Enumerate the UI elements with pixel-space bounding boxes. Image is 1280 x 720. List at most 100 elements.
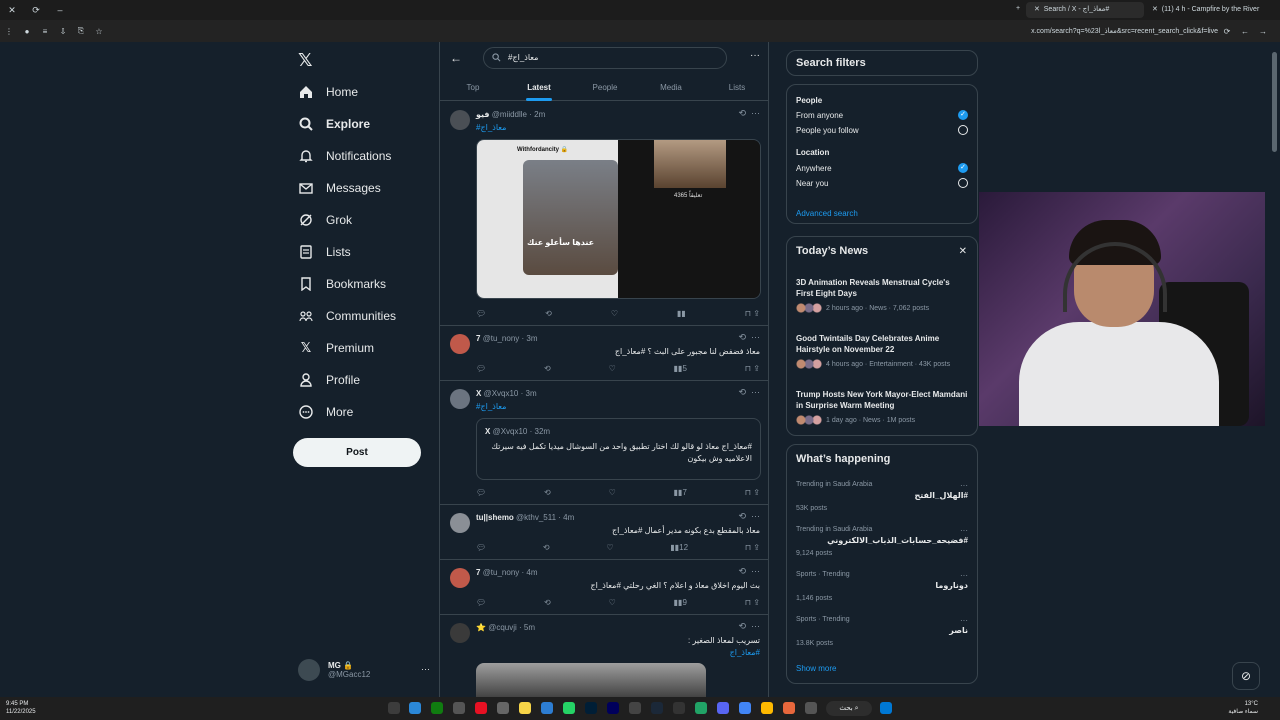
news-item[interactable]: Good Twintails Day Celebrates Anime Hair… xyxy=(796,333,968,369)
avatar[interactable] xyxy=(450,389,470,409)
radio-unchecked-icon[interactable] xyxy=(958,125,968,135)
tweet-media[interactable]: Withfordancity 🔒 عندها سأعلو عنك 4365 تع… xyxy=(476,139,761,299)
quoted-tweet[interactable]: X @Xvqx10 · 32m #معاذ_اج معاذ لو قالو لك… xyxy=(476,418,761,480)
whatsapp-icon[interactable] xyxy=(563,702,575,714)
more-dots-icon[interactable]: ··· xyxy=(960,526,968,535)
tweet-media[interactable] xyxy=(476,663,706,697)
grok-fab-button[interactable]: ⊘ xyxy=(1232,662,1260,690)
tweet[interactable]: ⭐ @cquvji · 5m ⟲ ··· تسريب لمعاذ الصغير … xyxy=(440,615,768,697)
scrollbar[interactable] xyxy=(1272,52,1277,152)
sidebar-item-profile[interactable]: Profile xyxy=(298,366,360,394)
steam-icon[interactable] xyxy=(651,702,663,714)
minimize-icon[interactable]: – xyxy=(48,5,72,15)
retweet-icon[interactable]: ⟲ xyxy=(543,541,550,553)
avatar[interactable] xyxy=(450,110,470,130)
trend-item[interactable]: Trending in Saudi Arabia #الهلال_الفتح 5… xyxy=(796,481,968,512)
radio-checked-icon[interactable]: ✓ xyxy=(958,110,968,120)
tab-latest[interactable]: Latest xyxy=(506,75,572,101)
url-text[interactable]: x.com/search?q=%23معاذ_ا&src=recent_sear… xyxy=(1031,27,1218,35)
retweet-icon[interactable]: ⟲ xyxy=(544,362,551,374)
tab-campfire[interactable]: ✕ (11) 4 h - Campfire by the River xyxy=(1144,2,1260,18)
tweet-author-name[interactable]: tu||shemo xyxy=(476,513,514,522)
views-count[interactable]: ▮▮ 9 xyxy=(674,596,687,608)
news-item[interactable]: Trump Hosts New York Mayor-Elect Mamdani… xyxy=(796,389,968,425)
tweet[interactable]: 7 @tu_nony · 3m ⟲ ··· معاذ فضفض لنا مجبو… xyxy=(440,326,768,381)
windows-start-icon[interactable] xyxy=(880,702,892,714)
like-icon[interactable]: ♡ xyxy=(606,541,613,553)
taskbar-app-icon[interactable] xyxy=(409,702,421,714)
radio-checked-icon[interactable]: ✓ xyxy=(958,163,968,173)
bookmark-share-icons[interactable]: ⊓ ⇪ xyxy=(745,596,760,608)
file-explorer-icon[interactable] xyxy=(761,702,773,714)
menu-icon[interactable]: ⋮ xyxy=(0,27,18,36)
taskbar-app-icon[interactable] xyxy=(673,702,685,714)
views-count[interactable]: ▮▮ 12 xyxy=(670,541,688,553)
tab-media[interactable]: Media xyxy=(638,75,704,100)
reply-icon[interactable]: 💬︎ xyxy=(476,362,486,374)
bookmark-share-icons[interactable]: ⊓ ⇪ xyxy=(745,486,760,498)
tweet-menu[interactable]: ⟲ ··· xyxy=(738,566,760,577)
forward-icon[interactable]: → xyxy=(1254,27,1272,36)
tweet[interactable]: فيو @miiddlle · 2m ⟲ ··· #معاذ_اج Withfo… xyxy=(440,102,768,326)
views-count[interactable]: ▮▮ 5 xyxy=(674,362,687,374)
x-logo-icon[interactable]: 𝕏 xyxy=(298,50,313,71)
account-switcher[interactable]: MG 🔒 @MGacc12 ··· xyxy=(298,654,438,686)
trend-item[interactable]: Sports · Trending دوناروما 1,146 posts ·… xyxy=(796,571,968,602)
tab-people[interactable]: People xyxy=(572,75,638,100)
taskbar-app-icon[interactable] xyxy=(497,702,509,714)
retweet-icon[interactable]: ⟲ xyxy=(544,596,551,608)
refresh-icon[interactable]: ⟳ xyxy=(1218,27,1236,36)
trend-item[interactable]: Trending in Saudi Arabia #فضيحه_حسابات_ا… xyxy=(796,526,968,557)
views-icon[interactable]: ▮▮ xyxy=(677,307,686,319)
filter-people-you-follow[interactable]: People you follow xyxy=(796,125,968,135)
reply-icon[interactable]: 💬︎ xyxy=(476,541,486,553)
sidebar-item-lists[interactable]: Lists xyxy=(298,238,351,266)
clock[interactable]: 9:45 PM 11/22/2025 xyxy=(6,700,36,716)
extensions-icon[interactable]: ≡ xyxy=(36,27,54,36)
reply-icon[interactable]: 💬︎ xyxy=(476,486,486,498)
tweet-menu[interactable]: ⟲ ··· xyxy=(738,387,760,398)
hashtag-link[interactable]: #معاذ_اج xyxy=(476,123,506,132)
taskbar-app-icon[interactable] xyxy=(695,702,707,714)
chrome-icon[interactable] xyxy=(739,702,751,714)
more-dots-icon[interactable]: ··· xyxy=(960,571,968,580)
profile-icon[interactable]: ● xyxy=(18,27,36,36)
tweet-author-name[interactable]: X xyxy=(476,389,481,398)
discord-icon[interactable] xyxy=(717,702,729,714)
avatar[interactable] xyxy=(450,623,470,643)
close-window-icon[interactable]: ✕ xyxy=(0,5,24,16)
show-more-link[interactable]: Show more xyxy=(796,664,836,673)
filter-anywhere[interactable]: Anywhere ✓ xyxy=(796,163,968,173)
reply-icon[interactable]: 💬︎ xyxy=(476,596,486,608)
bookmark-share-icons[interactable]: ⊓ ⇪ xyxy=(745,362,760,374)
bookmark-share-icons[interactable]: ⊓ ⇪ xyxy=(745,307,760,319)
taskbar-app-icon[interactable] xyxy=(783,702,795,714)
like-icon[interactable]: ♡ xyxy=(611,307,618,319)
back-icon[interactable]: ← xyxy=(1236,27,1254,36)
share-icon[interactable]: ⎘ xyxy=(72,26,90,36)
filter-from-anyone[interactable]: From anyone ✓ xyxy=(796,110,968,120)
tweet-menu[interactable]: ⟲ ··· xyxy=(738,621,760,632)
sidebar-item-bookmarks[interactable]: Bookmarks xyxy=(298,270,386,298)
sidebar-item-premium[interactable]: 𝕏 Premium xyxy=(298,334,374,362)
like-icon[interactable]: ♡ xyxy=(609,362,616,374)
premiere-icon[interactable] xyxy=(607,702,619,714)
download-icon[interactable]: ⇩ xyxy=(54,27,72,36)
tweet-menu[interactable]: ⟲ ··· xyxy=(738,108,760,119)
sidebar-item-communities[interactable]: Communities xyxy=(298,302,396,330)
tweet[interactable]: 7 @tu_nony · 4m ⟲ ··· بث اليوم اخلاق معا… xyxy=(440,560,768,615)
hashtag-link[interactable]: #معاذ_اج xyxy=(476,647,760,659)
trend-item[interactable]: Sports · Trending ناصر 13.8K posts ··· xyxy=(796,616,968,647)
avatar[interactable] xyxy=(450,568,470,588)
like-icon[interactable]: ♡ xyxy=(609,486,616,498)
tab-search[interactable]: ✕ Search / X - معاذ_اج# xyxy=(1026,2,1144,18)
avatar[interactable] xyxy=(450,334,470,354)
sidebar-item-explore[interactable]: Explore xyxy=(298,110,370,138)
tweet-menu[interactable]: ⟲ ··· xyxy=(738,332,760,343)
tweet[interactable]: X @Xvqx10 · 3m ⟲ ··· #معاذ_اج X @Xvqx10 … xyxy=(440,381,768,505)
views-count[interactable]: ▮▮ 7 xyxy=(674,486,687,498)
like-icon[interactable]: ♡ xyxy=(609,596,616,608)
bookmark-share-icons[interactable]: ⊓ ⇪ xyxy=(745,541,760,553)
tweet-author-name[interactable]: 7 xyxy=(476,568,480,577)
youtube-icon[interactable] xyxy=(475,702,487,714)
